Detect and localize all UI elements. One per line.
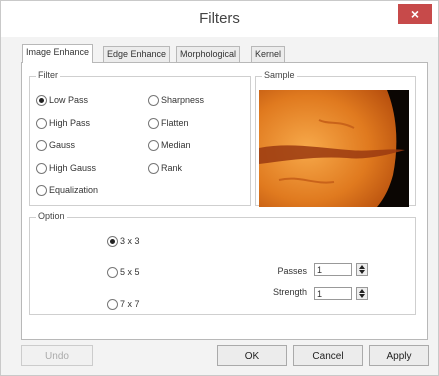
spin-down-icon[interactable] bbox=[359, 294, 365, 298]
radio-label: Gauss bbox=[49, 140, 76, 150]
radio-unchecked-icon bbox=[36, 118, 47, 130]
radio-label: Median bbox=[161, 140, 191, 150]
close-icon: × bbox=[410, 6, 420, 22]
radio-equalization[interactable]: Equalization bbox=[36, 184, 99, 197]
tab-image-enhance[interactable]: Image Enhance bbox=[22, 44, 94, 63]
radio-label: Rank bbox=[161, 163, 183, 173]
window-title: Filters bbox=[199, 10, 240, 27]
radio-rank[interactable]: Rank bbox=[148, 162, 183, 175]
radio-checked-icon bbox=[107, 236, 118, 248]
filters-dialog: Filters × Image Enhance Edge Enhance Mor… bbox=[0, 0, 439, 376]
spin-up-icon[interactable] bbox=[359, 265, 365, 269]
spin-down-icon[interactable] bbox=[359, 270, 365, 274]
radio-label: High Pass bbox=[49, 118, 91, 128]
sample-group-label: Sample bbox=[262, 70, 297, 80]
radio-unchecked-icon bbox=[36, 140, 47, 152]
radio-unchecked-icon bbox=[36, 163, 47, 175]
strength-label: Strength bbox=[272, 287, 307, 297]
strength-input[interactable]: 1 bbox=[314, 287, 352, 300]
radio-median[interactable]: Median bbox=[148, 139, 191, 152]
tab-edge-enhance[interactable]: Edge Enhance bbox=[103, 46, 171, 62]
undo-button[interactable]: Undo bbox=[21, 345, 93, 366]
radio-unchecked-icon bbox=[148, 140, 159, 152]
option-group: Option 3 x 3 5 x 5 7 x 7 Passes 1 Streng… bbox=[29, 211, 416, 315]
title-bar[interactable]: Filters × bbox=[1, 1, 438, 37]
ok-button[interactable]: OK bbox=[217, 345, 287, 366]
radio-gauss[interactable]: Gauss bbox=[36, 139, 76, 152]
radio-label: Low Pass bbox=[49, 95, 89, 105]
close-button[interactable]: × bbox=[398, 4, 432, 24]
filter-group: Filter Low Pass High Pass Gauss High Gau… bbox=[29, 70, 251, 206]
passes-label: Passes bbox=[277, 266, 307, 276]
radio-low-pass[interactable]: Low Pass bbox=[36, 94, 89, 107]
radio-label: Equalization bbox=[49, 185, 99, 195]
radio-unchecked-icon bbox=[148, 95, 159, 107]
radio-size-5x5[interactable]: 5 x 5 bbox=[107, 266, 140, 279]
passes-input[interactable]: 1 bbox=[314, 263, 352, 276]
radio-size-7x7[interactable]: 7 x 7 bbox=[107, 298, 140, 311]
spin-up-icon[interactable] bbox=[359, 289, 365, 293]
radio-label: 5 x 5 bbox=[120, 267, 140, 277]
radio-unchecked-icon bbox=[107, 299, 118, 311]
radio-size-3x3[interactable]: 3 x 3 bbox=[107, 235, 140, 248]
radio-unchecked-icon bbox=[36, 185, 47, 197]
radio-label: High Gauss bbox=[49, 163, 97, 173]
filter-group-label: Filter bbox=[36, 70, 60, 80]
radio-unchecked-icon bbox=[107, 267, 118, 279]
radio-label: Flatten bbox=[161, 118, 189, 128]
apply-button[interactable]: Apply bbox=[369, 345, 429, 366]
passes-spinner[interactable] bbox=[356, 263, 368, 276]
radio-label: 3 x 3 bbox=[120, 236, 140, 246]
tab-panel-image-enhance: Filter Low Pass High Pass Gauss High Gau… bbox=[21, 62, 428, 340]
option-group-label: Option bbox=[36, 211, 67, 221]
radio-checked-icon bbox=[36, 95, 47, 107]
cancel-button[interactable]: Cancel bbox=[293, 345, 363, 366]
strength-spinner[interactable] bbox=[356, 287, 368, 300]
radio-high-pass[interactable]: High Pass bbox=[36, 117, 91, 130]
solar-prominence-image bbox=[259, 90, 409, 207]
sample-group: Sample bbox=[255, 70, 416, 207]
tab-morphological[interactable]: Morphological bbox=[176, 46, 241, 62]
radio-sharpness[interactable]: Sharpness bbox=[148, 94, 205, 107]
radio-high-gauss[interactable]: High Gauss bbox=[36, 162, 97, 175]
radio-label: Sharpness bbox=[161, 95, 205, 105]
tab-kernel[interactable]: Kernel bbox=[251, 46, 286, 62]
radio-unchecked-icon bbox=[148, 163, 159, 175]
radio-label: 7 x 7 bbox=[120, 299, 140, 309]
sample-image bbox=[259, 90, 409, 207]
radio-flatten[interactable]: Flatten bbox=[148, 117, 189, 130]
radio-unchecked-icon bbox=[148, 118, 159, 130]
